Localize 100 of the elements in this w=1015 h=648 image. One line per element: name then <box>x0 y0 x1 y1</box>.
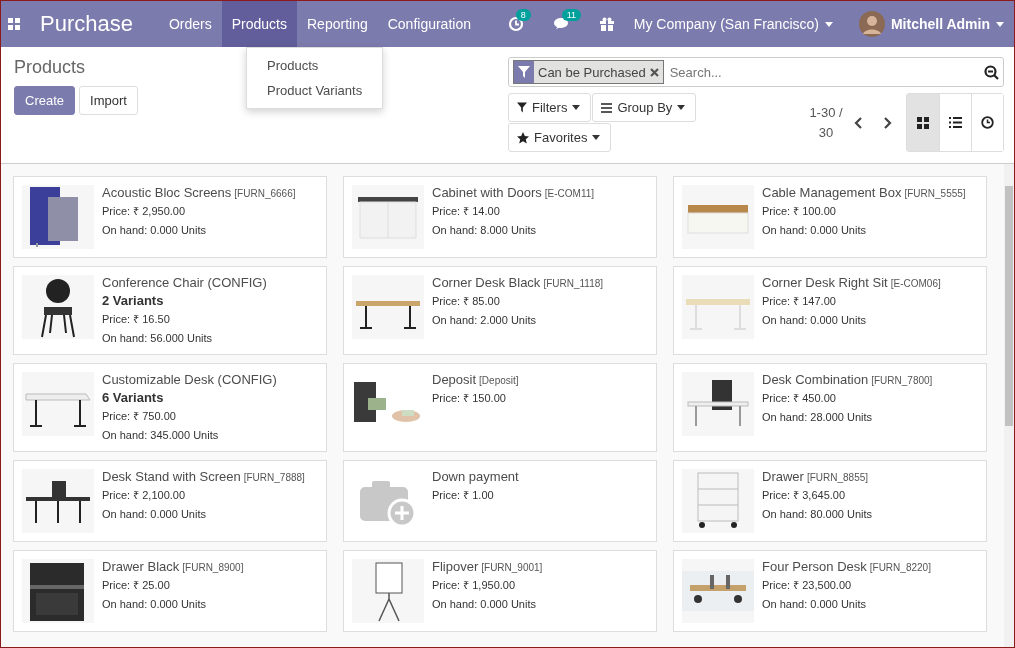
product-price: Price: ₹ 1.00 <box>432 488 495 503</box>
filter-icon <box>514 61 534 83</box>
product-reference: [FURN_9001] <box>481 562 543 573</box>
product-name: Corner Desk Black <box>432 275 541 290</box>
product-card[interactable]: Corner Desk Right Sit [E-COM06] Price: ₹ 147.00 On hand: 0.000 Units <box>673 266 987 355</box>
product-name: Down payment <box>432 469 519 484</box>
product-reference: [E-COM11] <box>544 188 595 199</box>
on-hand-quantity: On hand: 2.000 Units <box>432 313 537 328</box>
user-menu[interactable]: Mitchell Admin <box>848 1 1014 47</box>
product-price: Price: ₹ 450.00 <box>762 391 837 406</box>
on-hand-quantity: On hand: 345.000 Units <box>102 428 220 443</box>
product-card[interactable]: Customizable Desk (CONFIG) 6 Variants Price: ₹ 750.00 On hand: 345.000 Units <box>13 363 327 452</box>
on-hand-quantity: On hand: 28.000 Units <box>762 410 874 425</box>
product-price: Price: ₹ 2,950.00 <box>102 204 187 219</box>
product-name: Customizable Desk (CONFIG) <box>102 372 277 387</box>
pager-value: 1-30 / 30 <box>808 104 844 142</box>
grid-icon <box>917 116 929 129</box>
product-name: Flipover <box>432 559 479 574</box>
create-button[interactable]: Create <box>14 86 76 115</box>
variant-count: 2 Variants <box>102 293 165 308</box>
next-icon[interactable] <box>884 116 892 129</box>
product-card[interactable]: Cable Management Box [FURN_5555] Price: ₹ 100.00 On hand: 0.000 Units <box>673 176 987 258</box>
favorites-button[interactable]: Favorites <box>508 123 612 152</box>
breadcrumb: Products <box>14 57 86 78</box>
menu-icon <box>601 102 613 113</box>
on-hand-quantity: On hand: 80.000 Units <box>762 507 873 522</box>
product-card[interactable]: Down payment Price: ₹ 1.00 <box>343 460 657 542</box>
product-reference: [FURN_5555] <box>904 188 966 199</box>
message-count-badge: 11 <box>561 9 582 21</box>
filter-facet[interactable]: Can be Purchased <box>513 60 664 84</box>
product-reference: [E-COM06] <box>890 278 941 289</box>
dropdown-item[interactable]: Product Variants <box>247 78 383 103</box>
app-title: Purchase <box>40 11 133 37</box>
product-card[interactable]: Drawer [FURN_8855] Price: ₹ 3,645.00 On hand: 80.000 Units <box>673 460 987 542</box>
product-card[interactable]: Drawer Black [FURN_8900] Price: ₹ 25.00 On hand: 0.000 Units <box>13 550 327 632</box>
menu-item[interactable]: Reporting <box>297 1 378 47</box>
on-hand-quantity: On hand: 0.000 Units <box>432 597 537 612</box>
product-name: Deposit <box>432 372 477 387</box>
product-reference: [FURN_8900] <box>182 562 244 573</box>
product-reference: [FURN_6666] <box>234 188 296 199</box>
product-name: Four Person Desk <box>762 559 867 574</box>
product-price: Price: ₹ 3,645.00 <box>762 488 847 503</box>
view-switch-button[interactable] <box>907 94 939 151</box>
on-hand-quantity: On hand: 0.000 Units <box>762 597 867 612</box>
product-price: Price: ₹ 150.00 <box>432 391 507 406</box>
caret-icon <box>592 135 601 140</box>
product-name: Desk Stand with Screen <box>102 469 241 484</box>
on-hand-quantity: On hand: 8.000 Units <box>432 223 537 238</box>
product-price: Price: ₹ 2,100.00 <box>102 488 187 503</box>
menu-item[interactable]: Configuration <box>377 1 481 47</box>
menu-item[interactable]: Orders <box>158 1 222 47</box>
variant-count: 6 Variants <box>102 390 165 405</box>
product-card[interactable]: Flipover [FURN_9001] Price: ₹ 1,950.00 On hand: 0.000 Units <box>343 550 657 632</box>
gift-icon[interactable] <box>599 17 614 31</box>
filters-button[interactable]: Filters <box>508 93 592 122</box>
scrollbar-thumb[interactable] <box>1005 186 1013 426</box>
company-switcher[interactable]: My Company (San Francisco) <box>623 1 843 47</box>
apps-icon[interactable] <box>8 18 20 30</box>
on-hand-quantity: On hand: 0.000 Units <box>762 223 867 238</box>
caret-icon <box>572 105 581 110</box>
product-card[interactable]: Desk Combination [FURN_7800] Price: ₹ 450.00 On hand: 28.000 Units <box>673 363 987 452</box>
product-reference: [FURN_7888] <box>243 472 305 483</box>
close-icon[interactable] <box>649 67 659 77</box>
group-by-button[interactable]: Group By <box>592 93 697 122</box>
menu-item[interactable]: Products <box>221 1 297 47</box>
product-card[interactable]: Cabinet with Doors [E-COM11] Price: ₹ 14.00 On hand: 8.000 Units <box>343 176 657 258</box>
list-icon <box>949 117 962 128</box>
product-card[interactable]: Desk Stand with Screen [FURN_7888] Price: ₹ 2,100.00 On hand: 0.000 Units <box>13 460 327 542</box>
product-reference: [FURN_8855] <box>806 472 869 483</box>
on-hand-quantity: On hand: 0.000 Units <box>762 313 867 328</box>
on-hand-quantity: On hand: 56.000 Units <box>102 331 214 346</box>
search-field[interactable]: Can be Purchased Search... <box>508 57 1004 87</box>
caret-icon <box>677 105 686 110</box>
product-card[interactable]: Acoustic Bloc Screens [FURN_6666] Price: ₹ 2,950.00 On hand: 0.000 Units <box>13 176 327 258</box>
product-name: Desk Combination <box>762 372 869 387</box>
dropdown-item[interactable]: Products <box>247 53 383 78</box>
on-hand-quantity: On hand: 0.000 Units <box>102 223 207 238</box>
product-price: Price: ₹ 25.00 <box>102 578 171 593</box>
facet-label: Can be Purchased <box>538 64 646 80</box>
product-reference: [FURN_7800] <box>871 375 933 386</box>
product-name: Cabinet with Doors <box>432 185 542 200</box>
import-button[interactable]: Import <box>79 86 138 115</box>
product-price: Price: ₹ 100.00 <box>762 204 837 219</box>
on-hand-quantity: On hand: 0.000 Units <box>102 507 207 522</box>
product-card[interactable]: Deposit [Deposit] Price: ₹ 150.00 <box>343 363 657 452</box>
product-card[interactable]: Corner Desk Black [FURN_1118] Price: ₹ 85.00 On hand: 2.000 Units <box>343 266 657 355</box>
product-name: Conference Chair (CONFIG) <box>102 275 267 290</box>
product-card[interactable]: Conference Chair (CONFIG) 2 Variants Price: ₹ 16.50 On hand: 56.000 Units <box>13 266 327 355</box>
caret-icon <box>996 21 1004 27</box>
product-price: Price: ₹ 85.00 <box>432 294 501 309</box>
activity-icon[interactable] <box>507 16 524 32</box>
view-switch-button[interactable] <box>971 94 1003 151</box>
filter-icon <box>517 102 527 113</box>
product-price: Price: ₹ 16.50 <box>102 312 171 327</box>
previous-icon[interactable] <box>854 116 862 129</box>
activity-count-badge: 8 <box>515 9 531 21</box>
product-card[interactable]: Four Person Desk [FURN_8220] Price: ₹ 23,500.00 On hand: 0.000 Units <box>673 550 987 632</box>
product-reference: [FURN_1118] <box>543 278 604 289</box>
product-price: Price: ₹ 750.00 <box>102 409 177 424</box>
search-icon[interactable] <box>984 64 999 80</box>
